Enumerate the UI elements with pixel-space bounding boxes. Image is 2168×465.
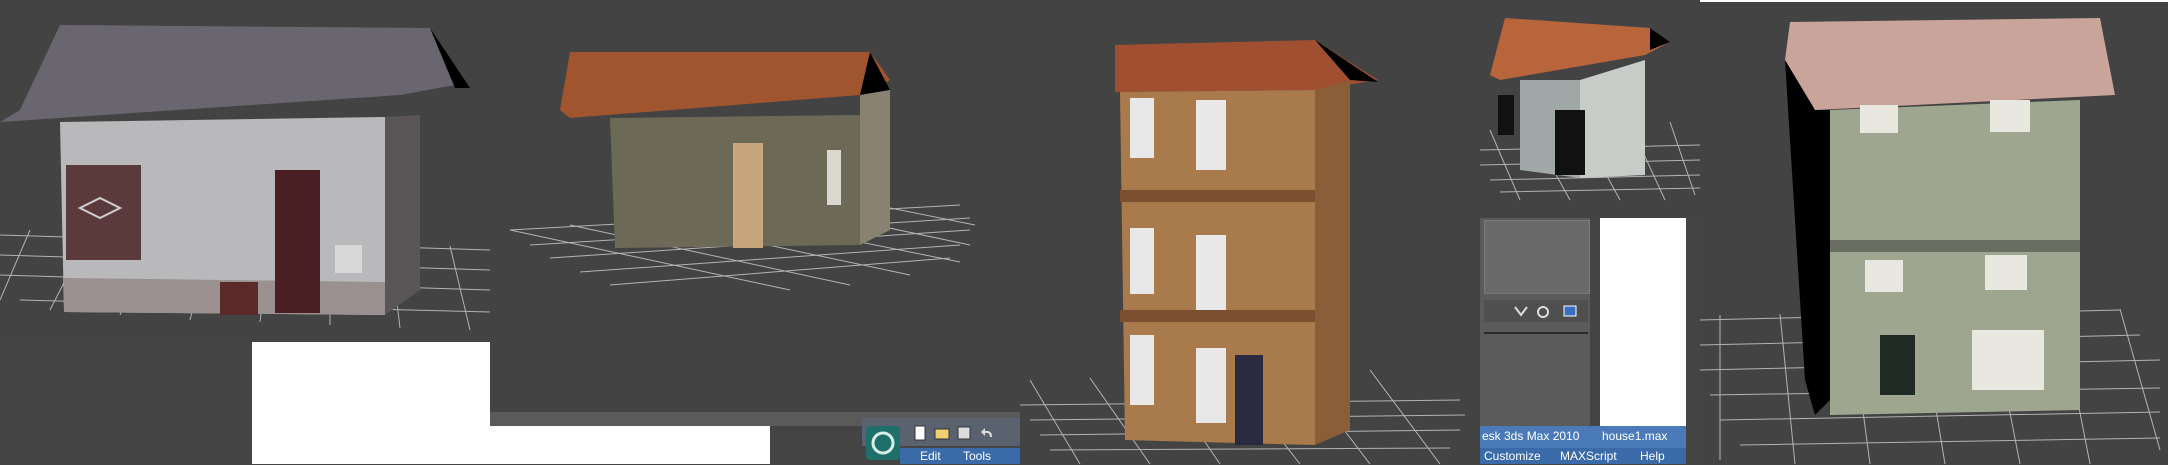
viewport-house-brick-tower[interactable] (1020, 0, 1480, 464)
save-file-icon[interactable] (956, 425, 972, 441)
house-stone-render (509, 52, 976, 291)
menu-maxscript[interactable]: MAXScript (1560, 449, 1617, 463)
house-brick-tower-render (1020, 40, 1466, 464)
pan-hand-icon[interactable] (1535, 303, 1551, 319)
app-title: esk 3ds Max 2010 (1482, 429, 1580, 443)
blank-area-3 (1600, 218, 1686, 426)
3dsmax-logo-icon[interactable] (866, 426, 900, 460)
viewport-house-gray-stucco[interactable] (0, 0, 490, 340)
house-gray-stucco-render (0, 25, 490, 331)
panel-divider (1484, 332, 1588, 334)
select-link-icon[interactable] (1513, 303, 1529, 319)
menu-bar-left (900, 448, 1020, 464)
menu-help[interactable]: Help (1640, 449, 1665, 463)
viewport-house-siding[interactable] (1700, 0, 2168, 464)
render-setup-icon[interactable] (1562, 303, 1578, 319)
blank-area-2 (490, 426, 770, 464)
menu-edit[interactable]: Edit (920, 449, 941, 463)
menu-customize[interactable]: Customize (1484, 449, 1541, 463)
file-name: house1.max (1602, 429, 1668, 443)
viewport-house-small-plaster[interactable] (1480, 0, 1700, 218)
new-file-icon[interactable] (912, 425, 928, 441)
panel-preview-box (1484, 220, 1590, 294)
open-file-icon[interactable] (934, 425, 950, 441)
menu-tools[interactable]: Tools (963, 449, 991, 463)
house-siding-render (1700, 0, 2168, 464)
blank-area (252, 342, 490, 464)
house-small-plaster-render (1480, 18, 1700, 201)
undo-icon[interactable] (980, 425, 996, 441)
viewport-house-stone[interactable] (490, 0, 1020, 412)
